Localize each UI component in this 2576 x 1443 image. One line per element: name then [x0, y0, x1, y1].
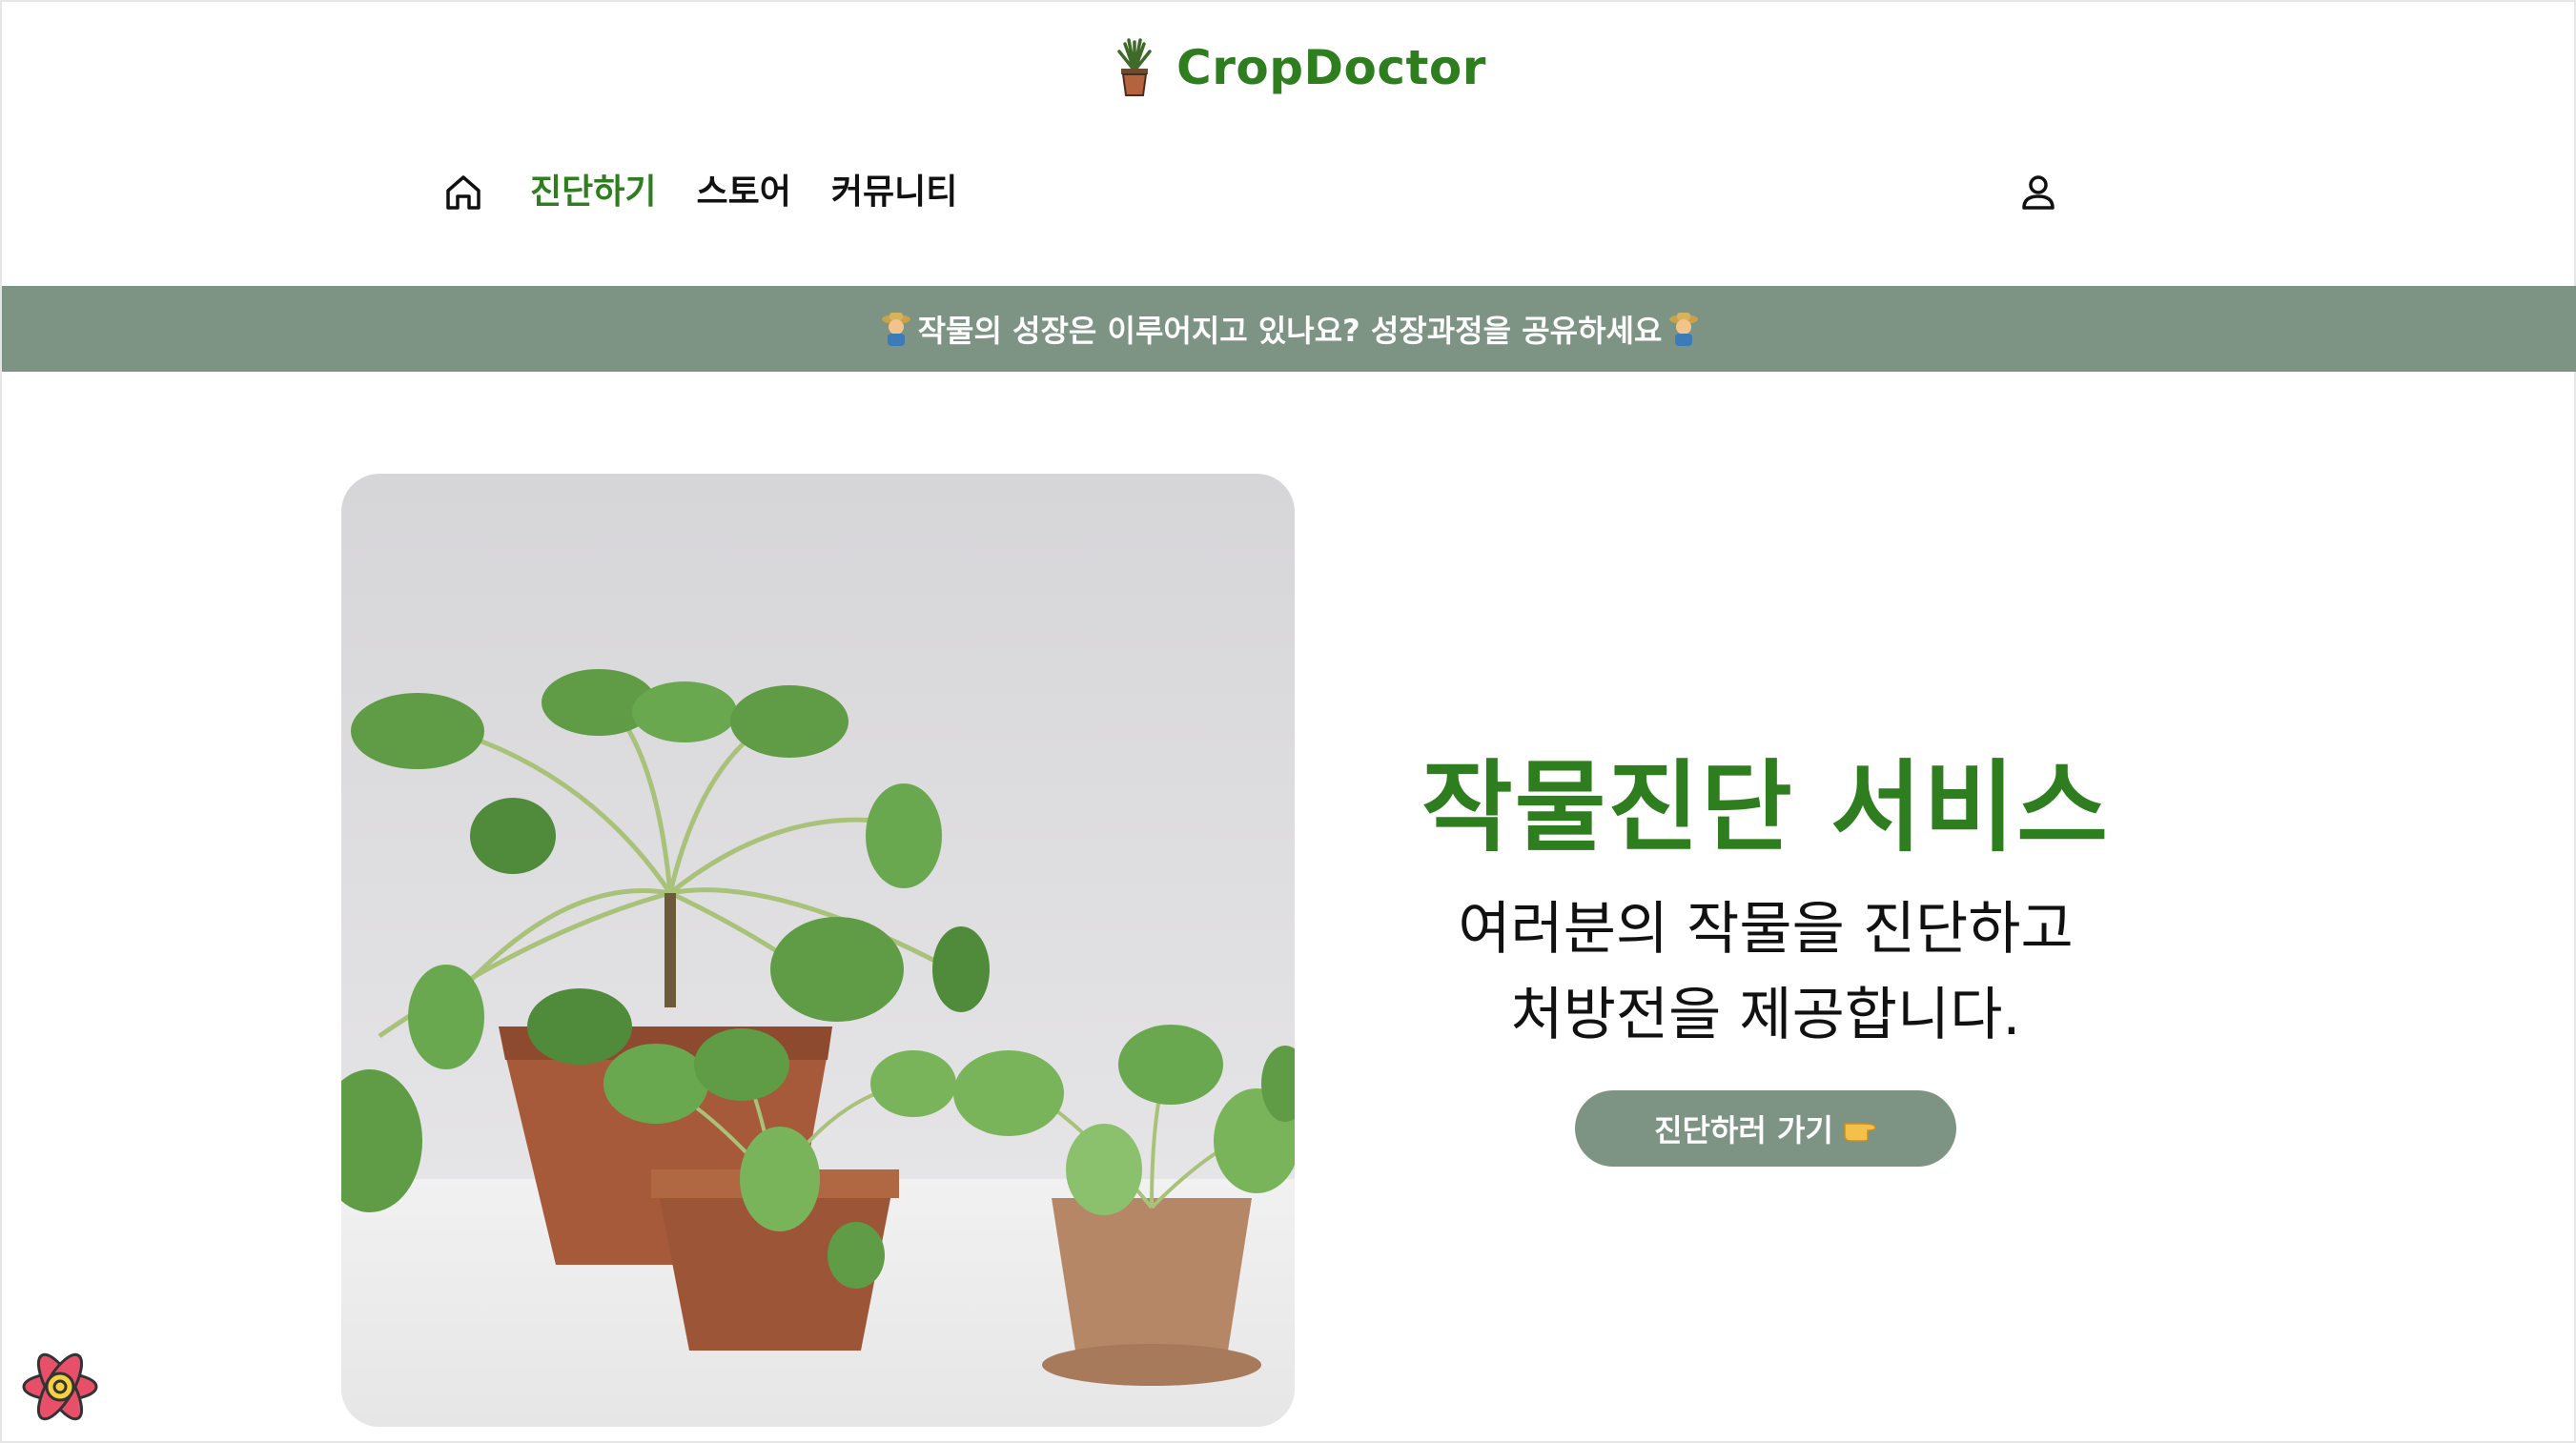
announcement-banner: 작물의 성장은 이루어지고 있나요? 성장과정을 공유하세요 — [2, 286, 2576, 372]
main-nav: 진단하기 스토어 커뮤니티 — [442, 164, 997, 221]
farmer-emoji-icon — [881, 313, 910, 346]
hero-subtitle: 여러분의 작물을 진단하고 처방전을 제공합니다. — [1413, 886, 2118, 1058]
home-icon[interactable] — [442, 172, 484, 213]
nav-item-store[interactable]: 스토어 — [696, 164, 790, 221]
user-icon[interactable] — [2019, 173, 2057, 212]
potted-plant-icon — [1117, 38, 1152, 96]
react-devtools-icon[interactable] — [19, 1346, 101, 1428]
nav-item-community[interactable]: 커뮤니티 — [831, 164, 957, 221]
pointing-hand-icon — [1844, 1123, 1876, 1142]
hero-plant-photo — [341, 474, 1295, 1427]
banner-text: 작물의 성장은 이루어지고 있나요? 성장과정을 공유하세요 — [917, 313, 1663, 349]
go-diagnose-label: 진단하러 가기 — [1654, 1112, 1833, 1148]
page: CropDoctor 진단하기 스토어 커뮤니티 작물의 성장은 이루어지고 있… — [0, 0, 2576, 1443]
brand-name: CropDoctor — [1176, 40, 1486, 95]
hero-title: 작물진단 서비스 — [1421, 749, 2110, 865]
hero-section: 작물진단 서비스 여러분의 작물을 진단하고 처방전을 제공합니다. 진단하러 … — [1413, 745, 2118, 1167]
go-diagnose-button[interactable]: 진단하러 가기 — [1575, 1090, 1956, 1167]
hero-subtitle-line1: 여러분의 작물을 진단하고 — [1458, 896, 2074, 963]
logo[interactable]: CropDoctor — [1115, 34, 1486, 101]
hero-subtitle-line2: 처방전을 제공합니다. — [1510, 982, 2021, 1048]
farmer-emoji-icon — [1669, 313, 1699, 346]
nav-item-diagnose[interactable]: 진단하기 — [530, 164, 656, 221]
